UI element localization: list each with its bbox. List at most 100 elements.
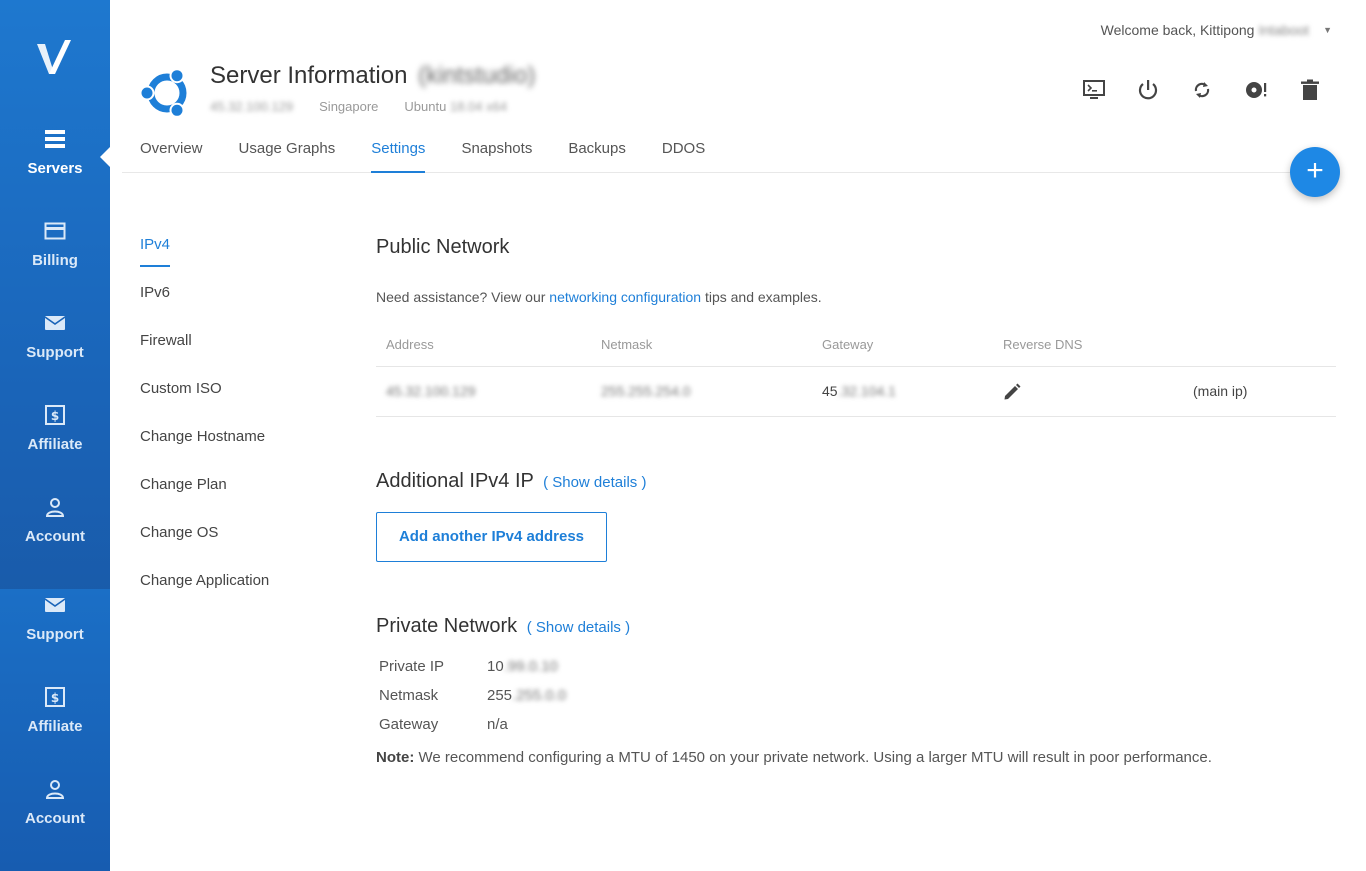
address-value: 45.32.100.129 xyxy=(386,383,476,399)
mail-icon xyxy=(44,598,66,612)
sidebar-item-affiliate-2[interactable]: $ Affiliate xyxy=(0,686,110,766)
reinstall-icon xyxy=(1246,82,1267,98)
delete-icon xyxy=(1301,79,1319,100)
detail-row: Gateway n/a xyxy=(379,716,566,745)
sidebar-item-label: Affiliate xyxy=(27,718,83,735)
sidebar-item-affiliate[interactable]: $ Affiliate xyxy=(0,404,110,484)
svg-text:$: $ xyxy=(51,691,59,705)
detail-key: Netmask xyxy=(379,687,439,704)
subnav-ipv4[interactable]: IPv4 xyxy=(140,236,269,284)
server-os: Ubuntu 18.04 x64 xyxy=(404,99,508,114)
mtu-note: Note: We recommend configuring a MTU of … xyxy=(376,749,1212,766)
detail-row: Private IP 10.99.0.10 xyxy=(379,658,566,687)
restart-button[interactable] xyxy=(1190,78,1214,102)
tab-bar: Overview Usage Graphs Settings Snapshots… xyxy=(122,126,1336,173)
public-network-heading: Public Network xyxy=(376,236,510,258)
main-ip-tag: (main ip) xyxy=(1193,383,1248,399)
power-button[interactable] xyxy=(1136,78,1160,102)
chevron-down-icon: ▼ xyxy=(1323,25,1332,35)
subnav-change-hostname[interactable]: Change Hostname xyxy=(140,428,269,476)
tab-settings[interactable]: Settings xyxy=(353,126,443,173)
table-header: Address Netmask Gateway Reverse DNS xyxy=(376,322,1336,367)
subnav-firewall[interactable]: Firewall xyxy=(140,332,269,380)
tab-backups[interactable]: Backups xyxy=(550,126,644,172)
sidebar-item-support[interactable]: Support xyxy=(0,312,110,392)
sidebar-item-account[interactable]: Account xyxy=(0,496,110,576)
netmask-value: 255.255.254.0 xyxy=(601,383,691,399)
detail-value: n/a xyxy=(487,716,508,733)
detail-value: 255.255.0.0 xyxy=(487,687,567,704)
detail-row: Netmask 255.255.0.0 xyxy=(379,687,566,716)
delete-button[interactable] xyxy=(1298,78,1322,102)
sidebar-item-servers[interactable]: Servers xyxy=(0,128,110,208)
server-actions xyxy=(1082,78,1322,102)
col-netmask: Netmask xyxy=(601,337,653,352)
table-row: 45.32.100.129 255.255.254.0 45.32.104.1 … xyxy=(376,367,1336,417)
additional-ipv4-heading: Additional IPv4 IP ( Show details ) xyxy=(376,470,647,492)
detail-key: Private IP xyxy=(379,658,445,675)
col-reverse-dns: Reverse DNS xyxy=(1003,337,1083,352)
user-menu[interactable]: Welcome back, Kittipong Intaboot ▼ xyxy=(1101,22,1332,38)
sidebar-item-label: Account xyxy=(25,528,85,545)
tab-overview[interactable]: Overview xyxy=(122,126,221,172)
gateway-value: 45.32.104.1 xyxy=(822,383,896,399)
sidebar-item-label: Account xyxy=(25,810,85,827)
console-icon xyxy=(1083,80,1105,99)
col-address: Address xyxy=(386,337,434,352)
add-server-button[interactable]: + xyxy=(1290,147,1340,197)
subnav-ipv6[interactable]: IPv6 xyxy=(140,284,269,332)
server-location: Singapore xyxy=(319,99,379,114)
sidebar-item-label: Servers xyxy=(27,160,83,177)
server-meta: 45.32.100.129 Singapore Ubuntu 18.04 x64 xyxy=(210,99,507,114)
sidebar-item-label: Support xyxy=(26,626,84,643)
dollar-icon: $ xyxy=(45,405,65,425)
subnav-change-plan[interactable]: Change Plan xyxy=(140,476,269,524)
sidebar-item-label: Affiliate xyxy=(27,436,83,453)
welcome-text: Welcome back, Kittipong xyxy=(1100,22,1255,38)
console-button[interactable] xyxy=(1082,78,1106,102)
show-details-link[interactable]: ( Show details ) xyxy=(543,474,646,491)
subnav-change-application[interactable]: Change Application xyxy=(140,572,269,620)
reinstall-button[interactable] xyxy=(1244,78,1268,102)
sidebar-item-support-2[interactable]: Support xyxy=(0,594,110,674)
welcome-name: Intaboot xyxy=(1258,22,1310,38)
user-icon xyxy=(45,780,65,799)
sidebar: Servers Billing Support $ Affiliate Acco… xyxy=(0,0,110,871)
active-indicator xyxy=(100,147,110,167)
vultr-logo[interactable] xyxy=(35,38,75,78)
private-network-details: Private IP 10.99.0.10 Netmask 255.255.0.… xyxy=(379,658,566,745)
detail-key: Gateway xyxy=(379,716,439,733)
subnav-change-os[interactable]: Change OS xyxy=(140,524,269,572)
public-network-table: Address Netmask Gateway Reverse DNS 45.3… xyxy=(376,322,1336,417)
server-label: (kintstudio) xyxy=(418,62,536,89)
sidebar-item-account-2[interactable]: Account xyxy=(0,778,110,858)
detail-value: 10.99.0.10 xyxy=(487,658,558,675)
assist-text: Need assistance? View our networking con… xyxy=(376,289,822,305)
mail-icon xyxy=(44,316,66,330)
subnav-custom-iso[interactable]: Custom ISO xyxy=(140,380,269,428)
col-gateway: Gateway xyxy=(822,337,874,352)
dollar-icon: $ xyxy=(45,687,65,707)
page-title-text: Server Information xyxy=(210,62,408,89)
page-title: Server Information (kintstudio) xyxy=(210,62,535,90)
add-ipv4-button[interactable]: Add another IPv4 address xyxy=(376,512,607,562)
ubuntu-logo-icon xyxy=(140,68,187,118)
tab-ddos[interactable]: DDOS xyxy=(644,126,723,172)
networking-config-link[interactable]: networking configuration xyxy=(549,289,701,305)
sidebar-item-label: Billing xyxy=(32,252,78,269)
edit-reverse-dns-button[interactable] xyxy=(1002,367,1022,415)
server-ip: 45.32.100.129 xyxy=(210,99,294,114)
show-details-link[interactable]: ( Show details ) xyxy=(527,619,630,636)
sidebar-item-label: Support xyxy=(26,344,84,361)
sidebar-item-billing[interactable]: Billing xyxy=(0,220,110,300)
card-icon xyxy=(44,222,66,240)
user-icon xyxy=(45,498,65,517)
settings-subnav: IPv4 IPv6 Firewall Custom ISO Change Hos… xyxy=(140,236,269,620)
tab-snapshots[interactable]: Snapshots xyxy=(443,126,550,172)
tab-usage-graphs[interactable]: Usage Graphs xyxy=(221,126,354,172)
svg-text:$: $ xyxy=(51,409,59,423)
servers-icon xyxy=(45,130,65,148)
restart-icon xyxy=(1194,82,1210,98)
power-icon xyxy=(1138,80,1158,100)
pencil-icon xyxy=(1004,383,1021,400)
